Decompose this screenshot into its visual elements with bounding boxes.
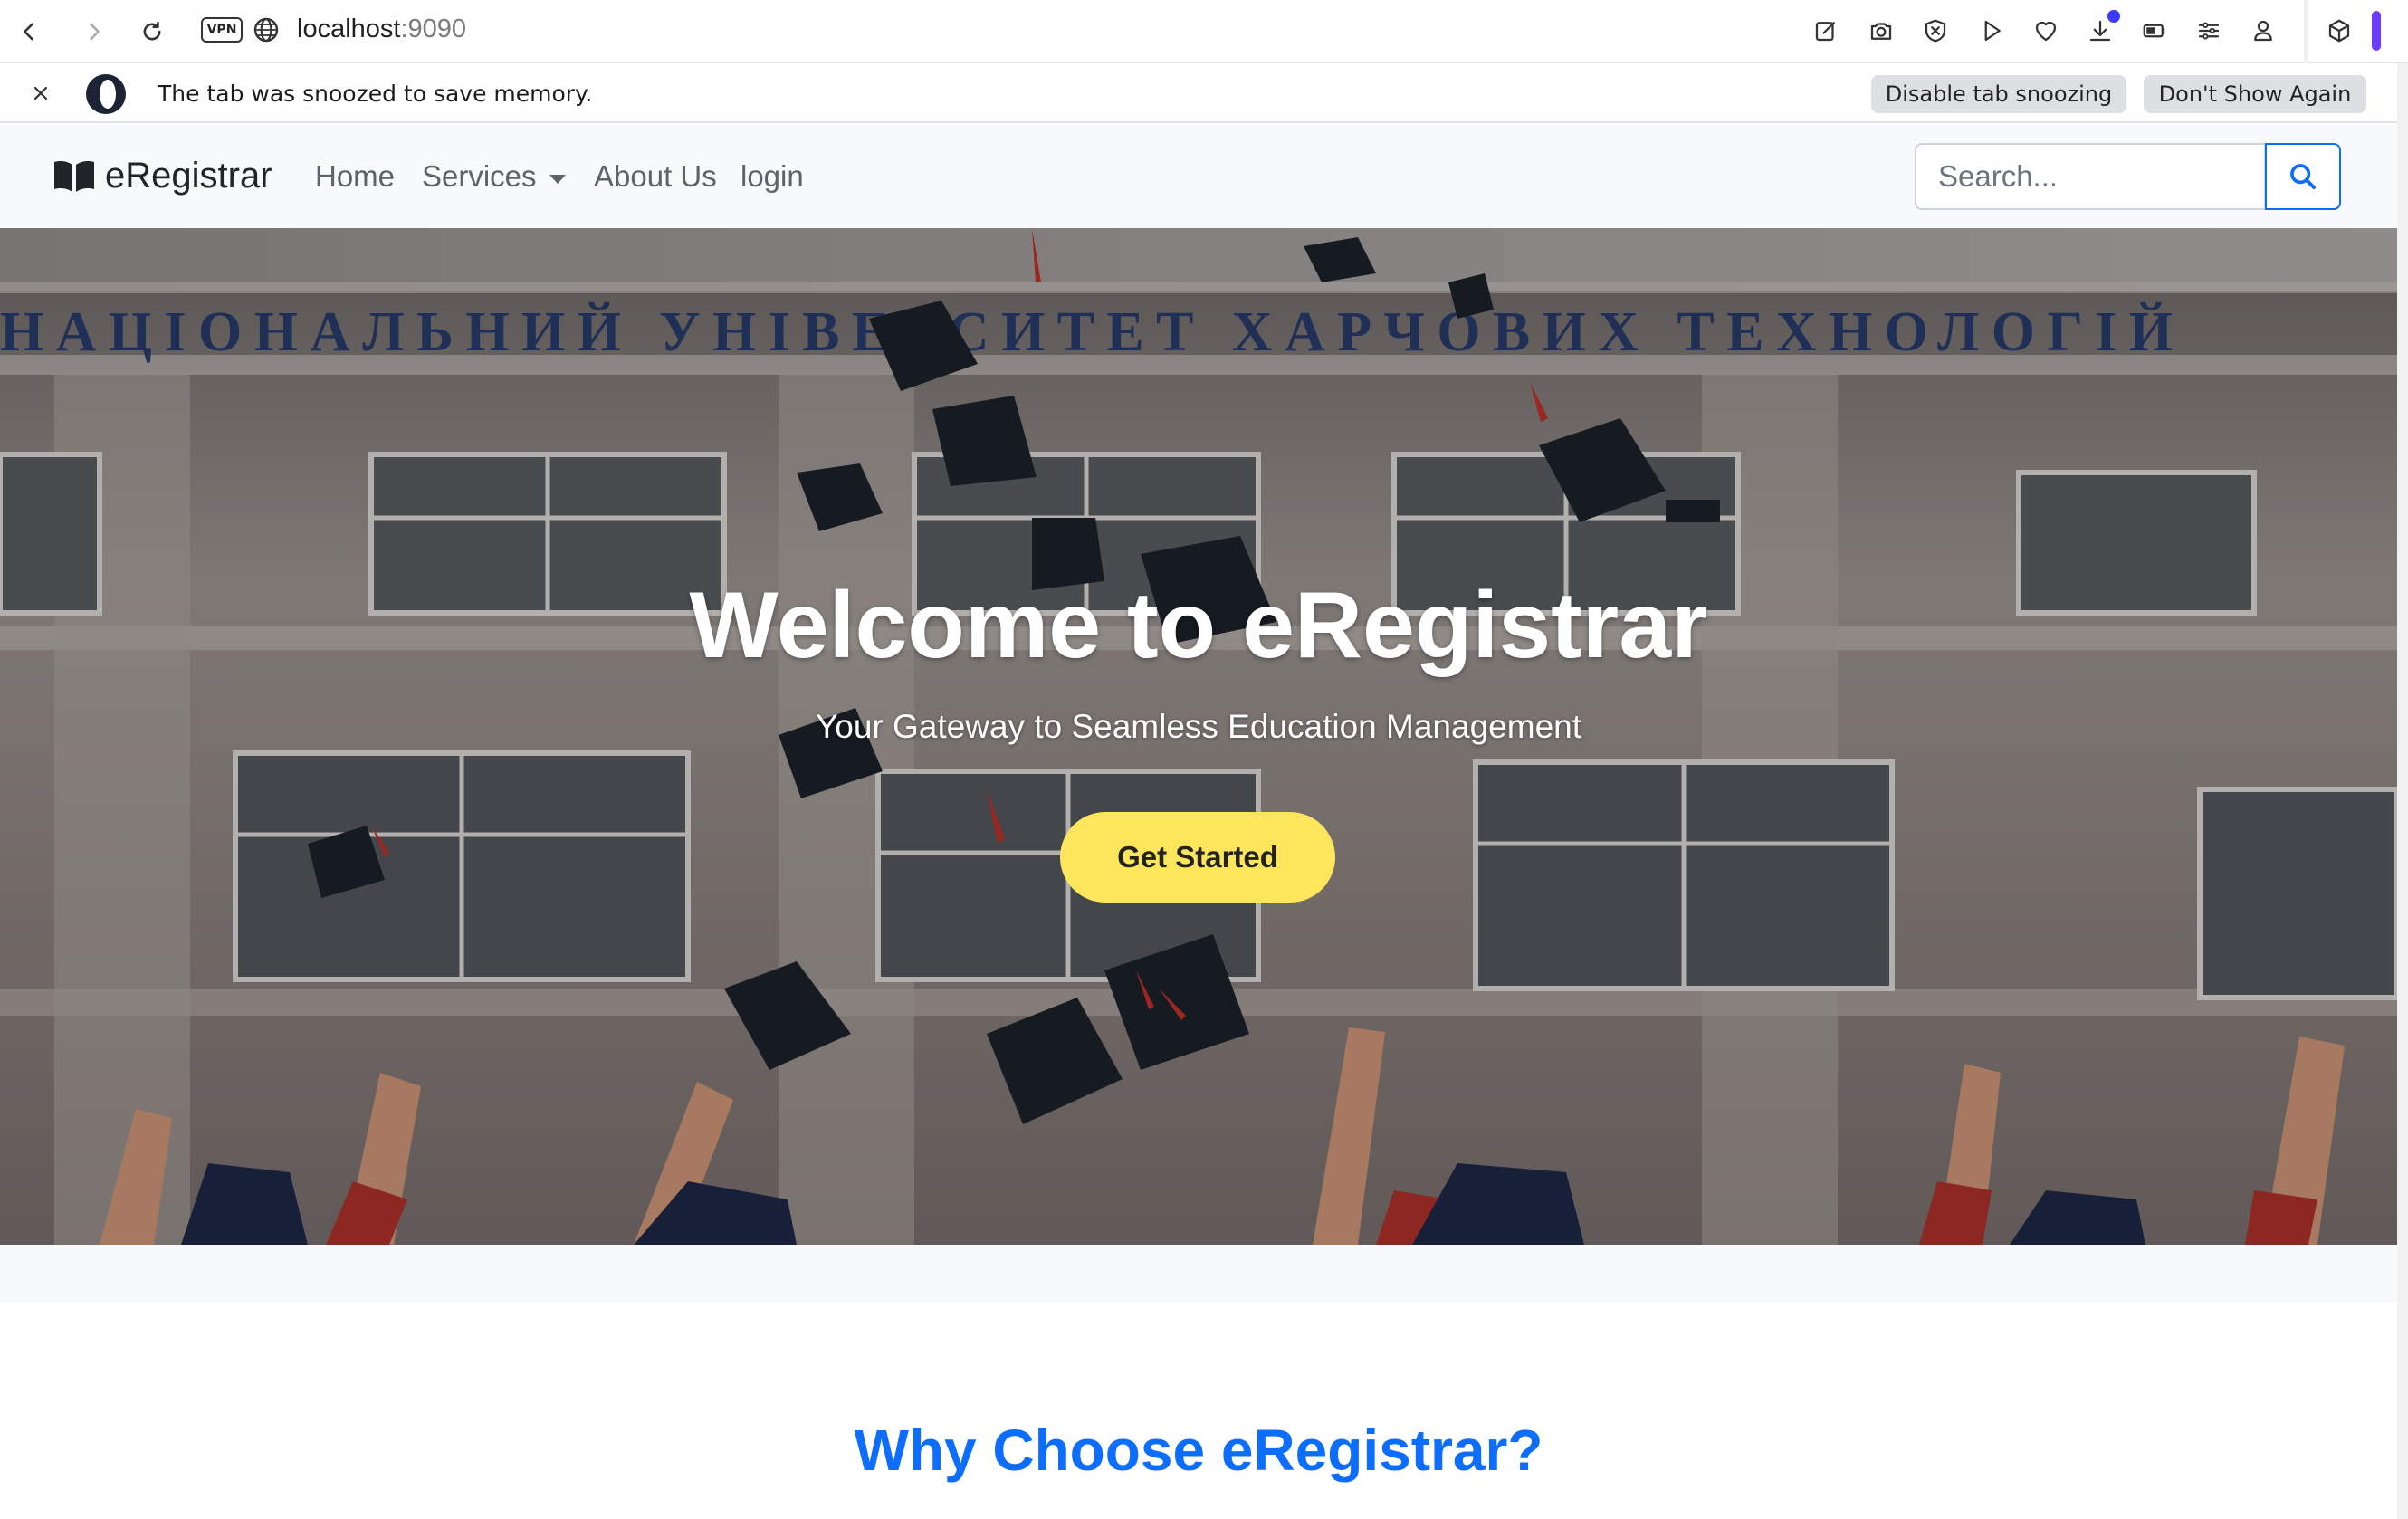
book-icon (54, 160, 94, 192)
globe-icon (253, 17, 279, 43)
nav-services[interactable]: Services (422, 159, 537, 194)
sidebar-divider (2304, 0, 2308, 63)
dont-show-again-button[interactable]: Don't Show Again (2144, 75, 2366, 113)
camera-icon[interactable] (1865, 14, 1897, 47)
brand-name: eRegistrar (105, 156, 272, 196)
brand-link[interactable]: eRegistrar (53, 156, 272, 196)
back-icon[interactable] (11, 14, 47, 50)
url-port: :9090 (400, 14, 467, 43)
sidebar-accent (2372, 11, 2381, 51)
site-navbar: eRegistrar Home Services About Us login (0, 125, 2397, 228)
download-badge (2107, 10, 2120, 23)
edit-icon[interactable] (1810, 14, 1842, 47)
nav-home[interactable]: Home (315, 159, 395, 194)
menu-settings-icon[interactable] (2193, 14, 2225, 47)
url-host: localhost (297, 14, 401, 43)
section-spacer (0, 1245, 2397, 1303)
profile-icon[interactable] (2247, 14, 2279, 47)
nav-login[interactable]: login (741, 159, 804, 194)
battery-icon[interactable] (2138, 14, 2171, 47)
close-icon[interactable] (27, 80, 54, 107)
disable-snoozing-button[interactable]: Disable tab snoozing (1871, 75, 2126, 113)
snooze-message: The tab was snoozed to save memory. (158, 81, 593, 107)
get-started-button[interactable]: Get Started (1060, 812, 1335, 903)
play-icon[interactable] (1975, 14, 2008, 47)
shield-block-icon[interactable] (1919, 14, 1952, 47)
why-choose-heading: Why Choose eRegistrar? (854, 1418, 1543, 1483)
nav-about-us[interactable]: About Us (594, 159, 717, 194)
forward-icon[interactable] (76, 14, 112, 50)
hero-title: Welcome to eRegistrar (689, 573, 1708, 678)
scrollbar[interactable] (2397, 63, 2408, 1519)
search-icon (2290, 164, 2317, 190)
heart-icon[interactable] (2030, 14, 2062, 47)
snooze-notification-bar: The tab was snoozed to save memory. Disa… (0, 63, 2399, 123)
address-bar[interactable]: localhost:9090 (297, 14, 466, 44)
vpn-badge[interactable]: VPN (201, 17, 243, 43)
search-button[interactable] (2265, 143, 2341, 210)
browser-toolbar: VPN localhost:9090 (0, 0, 2408, 63)
hero-subtitle: Your Gateway to Seamless Education Manag… (815, 708, 1581, 745)
search-input[interactable] (1915, 143, 2266, 210)
hero-section: НАЦІОНАЛЬНИЙ УНІВЕРСИТЕТ ХАРЧОВИХ ТЕХНОЛ… (0, 228, 2397, 1245)
chevron-down-icon[interactable] (549, 175, 566, 184)
cube-icon[interactable] (2323, 14, 2355, 47)
reload-icon[interactable] (134, 14, 170, 50)
opera-logo-icon (86, 74, 126, 114)
